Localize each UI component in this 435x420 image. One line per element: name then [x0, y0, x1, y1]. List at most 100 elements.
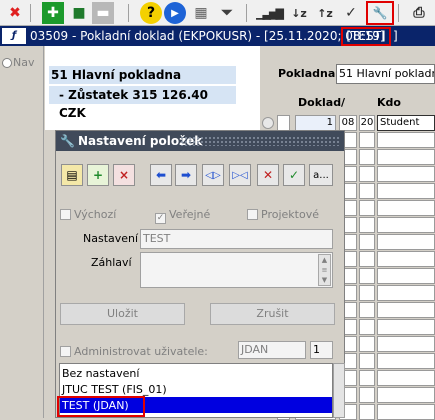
- grid-cell[interactable]: [377, 149, 435, 165]
- grid-cell[interactable]: [377, 353, 435, 369]
- calendar-icon[interactable]: ▦: [190, 2, 212, 24]
- grid-cell[interactable]: [359, 336, 375, 352]
- grid-cell[interactable]: Student: [377, 115, 435, 131]
- pokladna-label: Pokladna: [278, 67, 336, 80]
- expand-icon[interactable]: ◁▷: [202, 164, 224, 186]
- column-header-doklad[interactable]: Doklad: [298, 96, 341, 109]
- grid-cell[interactable]: [377, 370, 435, 386]
- grid-cell[interactable]: [377, 234, 435, 250]
- wrench-icon[interactable]: 🔧: [366, 1, 394, 25]
- row-selector[interactable]: [262, 117, 274, 129]
- filter-icon[interactable]: ⏷: [216, 2, 238, 24]
- cardfile-delete-icon[interactable]: ×: [113, 164, 135, 186]
- grid-cell[interactable]: [377, 132, 435, 148]
- delete-icon[interactable]: ▬: [92, 2, 114, 24]
- sort-desc-icon[interactable]: ↑z: [314, 2, 336, 24]
- grid-cell[interactable]: [359, 132, 375, 148]
- selection-callout: [57, 396, 145, 417]
- grid-cell[interactable]: [359, 234, 375, 250]
- grid-cell[interactable]: [359, 302, 375, 318]
- grid-cell[interactable]: [359, 285, 375, 301]
- grid-cell[interactable]: [359, 166, 375, 182]
- grid-cell[interactable]: [277, 115, 290, 131]
- list-item[interactable]: JTUC TEST (FIS_01): [62, 383, 167, 396]
- checkbox-admin-users[interactable]: Administrovat uživatele:: [60, 345, 208, 358]
- sort-asc-icon[interactable]: ↓z: [288, 2, 310, 24]
- save-icon[interactable]: ■: [68, 2, 90, 24]
- grid-cell[interactable]: [359, 183, 375, 199]
- left-strip: [0, 46, 44, 418]
- add-icon[interactable]: ✚: [42, 2, 64, 24]
- toolbar-separator: [128, 4, 129, 22]
- grid-cell[interactable]: [359, 319, 375, 335]
- grid-cell[interactable]: 08: [339, 115, 357, 131]
- nastaveni-input[interactable]: TEST: [140, 229, 333, 249]
- grid-cell[interactable]: [377, 217, 435, 233]
- zahlavi-scrollbar[interactable]: ▲ ≡ ▼: [318, 254, 331, 286]
- grid-cell[interactable]: [377, 251, 435, 267]
- print-icon[interactable]: ⎙: [408, 2, 430, 24]
- toolbar-separator: [398, 4, 399, 22]
- window-title-tag: [TEST]: [341, 27, 391, 46]
- nav-radio[interactable]: [2, 58, 12, 68]
- more-button[interactable]: a...: [309, 164, 333, 186]
- grid-cell[interactable]: [377, 285, 435, 301]
- window-title: 03509 - Pokladní doklad (EKPOKUSR) - [25…: [30, 29, 385, 43]
- grid-cell[interactable]: [377, 268, 435, 284]
- remove-icon[interactable]: ✕: [257, 164, 279, 186]
- grid-cell[interactable]: [377, 336, 435, 352]
- grid-cell[interactable]: [377, 166, 435, 182]
- grid-cell[interactable]: [359, 387, 375, 403]
- grid-cell[interactable]: [377, 302, 435, 318]
- grid-cell[interactable]: [377, 387, 435, 403]
- checkbox-projektove[interactable]: Projektové: [247, 208, 319, 221]
- pokladna-select[interactable]: 51 Hlavní pokladna: [336, 64, 435, 84]
- grid-cell[interactable]: [377, 319, 435, 335]
- play-icon[interactable]: ▶: [164, 2, 186, 24]
- cash-register-name: 51 Hlavní pokladna: [49, 66, 236, 84]
- cardfile-lock-icon[interactable]: ▤: [61, 164, 83, 186]
- nav-label: Nav: [13, 56, 35, 69]
- grid-cell[interactable]: [359, 217, 375, 233]
- cash-balance: - Zůstatek 315 126.40 CZK: [49, 86, 236, 120]
- column-header-kdo[interactable]: Kdo: [377, 96, 401, 109]
- arrow-left-icon[interactable]: ⬅: [150, 164, 172, 186]
- grid-cell[interactable]: [377, 183, 435, 199]
- grid-cell[interactable]: [359, 353, 375, 369]
- save-button[interactable]: Uložit: [60, 303, 185, 325]
- signal-icon[interactable]: ▁▃▅▇: [256, 2, 284, 24]
- toolbar-separator: [30, 4, 31, 22]
- column-header-slash: /: [341, 96, 346, 109]
- check-edit-icon[interactable]: ✓: [283, 164, 305, 186]
- toolbar: ✖ ✚ ■ ▬ ? ▶ ▦ ⏷ ▁▃▅▇ ↓z ↑z ✓ 🔧 ⎙: [0, 0, 435, 26]
- arrow-right-icon[interactable]: ➡: [175, 164, 197, 186]
- window-title-tail: ]: [393, 29, 398, 43]
- grid-cell[interactable]: 1: [295, 115, 336, 131]
- dialog-wrench-icon: 🔧: [60, 134, 75, 148]
- grid-cell[interactable]: [359, 268, 375, 284]
- cardfile-add-icon[interactable]: +: [87, 164, 109, 186]
- close-icon[interactable]: ✖: [4, 2, 26, 24]
- grid-cell[interactable]: 20: [359, 115, 375, 131]
- grid-cell[interactable]: [359, 149, 375, 165]
- toolbar-separator: [246, 4, 247, 22]
- list-scrollbar[interactable]: [333, 363, 345, 418]
- grid-cell[interactable]: [359, 200, 375, 216]
- nastaveni-label: Nastavení: [83, 232, 139, 245]
- admin-user-input[interactable]: JDAN: [238, 341, 306, 359]
- cancel-button[interactable]: Zrušit: [210, 303, 335, 325]
- dialog-title-grip[interactable]: [180, 136, 340, 146]
- app-logo: ƒ: [2, 28, 26, 44]
- zahlavi-textarea[interactable]: [140, 252, 333, 288]
- grid-cell[interactable]: [377, 200, 435, 216]
- zahlavi-label: Záhlaví: [91, 256, 132, 269]
- checkbox-verejne[interactable]: ✓ Veřejné: [155, 208, 210, 224]
- checkbox-vychozi[interactable]: Výchozí: [60, 208, 116, 221]
- check-icon[interactable]: ✓: [340, 2, 362, 24]
- grid-cell[interactable]: [359, 251, 375, 267]
- collapse-icon[interactable]: ▷◁: [229, 164, 251, 186]
- help-icon[interactable]: ?: [140, 2, 162, 24]
- admin-num-input[interactable]: 1: [310, 341, 333, 359]
- list-item[interactable]: Bez nastavení: [62, 367, 139, 380]
- grid-cell[interactable]: [359, 370, 375, 386]
